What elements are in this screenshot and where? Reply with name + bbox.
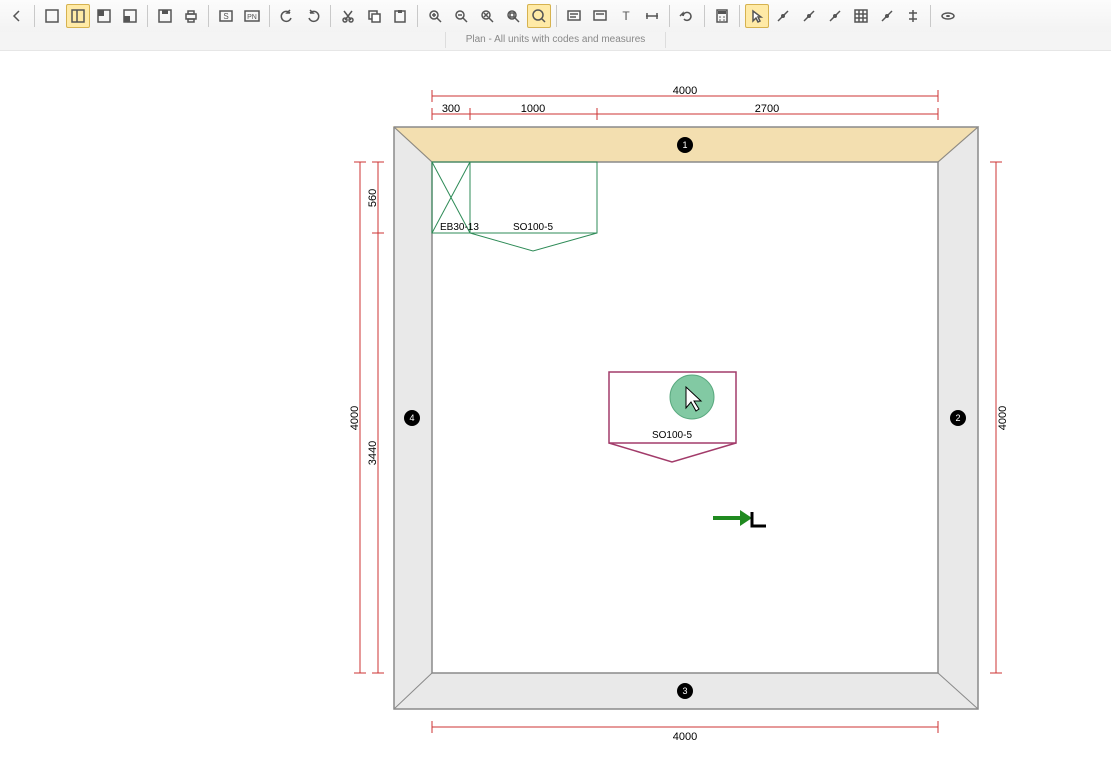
zoom-fit-icon[interactable] xyxy=(475,4,499,28)
svg-text:3440: 3440 xyxy=(367,441,379,465)
note2-icon[interactable] xyxy=(588,4,612,28)
toolbar-separator xyxy=(739,5,740,27)
svg-text:4000: 4000 xyxy=(673,85,697,97)
svg-text:SO100-5: SO100-5 xyxy=(513,222,553,233)
svg-text:4000: 4000 xyxy=(673,731,697,743)
code-s-icon[interactable]: S xyxy=(214,4,238,28)
grid-icon[interactable] xyxy=(849,4,873,28)
code-pn-icon[interactable]: PN xyxy=(240,4,264,28)
layout-split-icon[interactable] xyxy=(66,4,90,28)
zoom-highlight-icon[interactable] xyxy=(527,4,551,28)
svg-text:2700: 2700 xyxy=(755,103,779,115)
layout-grid-icon[interactable] xyxy=(92,4,116,28)
undo-icon[interactable] xyxy=(275,4,299,28)
svg-text:T: T xyxy=(622,9,630,23)
cut-icon[interactable] xyxy=(336,4,360,28)
toolbar: S PN T xyxy=(0,0,1111,33)
save-icon[interactable] xyxy=(153,4,177,28)
align-icon[interactable] xyxy=(901,4,925,28)
zoom-out-icon[interactable] xyxy=(449,4,473,28)
refresh-icon[interactable] xyxy=(675,4,699,28)
view-tab[interactable]: Plan - All units with codes and measures xyxy=(445,32,667,48)
tool-last-icon[interactable] xyxy=(936,4,960,28)
back-icon[interactable] xyxy=(5,4,29,28)
toolbar-separator xyxy=(330,5,331,27)
toolbar-separator xyxy=(556,5,557,27)
svg-text:4000: 4000 xyxy=(349,406,361,430)
zoom-in-icon[interactable] xyxy=(423,4,447,28)
svg-text:4000: 4000 xyxy=(997,406,1009,430)
copy-icon[interactable] xyxy=(362,4,386,28)
layout-full-icon[interactable] xyxy=(40,4,64,28)
snap3-icon[interactable] xyxy=(823,4,847,28)
snap2-icon[interactable] xyxy=(797,4,821,28)
paste-icon[interactable] xyxy=(388,4,412,28)
svg-text:1: 1 xyxy=(682,140,687,150)
svg-text:S: S xyxy=(223,12,228,21)
toolbar-separator xyxy=(208,5,209,27)
toolbar-separator xyxy=(417,5,418,27)
snap4-icon[interactable] xyxy=(875,4,899,28)
layout-4-icon[interactable] xyxy=(118,4,142,28)
plan-canvas[interactable]: 1 2 3 4 4000 xyxy=(0,52,1111,772)
svg-text:EB30-13: EB30-13 xyxy=(440,222,479,233)
pointer-icon[interactable] xyxy=(745,4,769,28)
svg-text:4: 4 xyxy=(409,413,414,423)
unit-selected-label: SO100-5 xyxy=(652,430,692,441)
toolbar-separator xyxy=(147,5,148,27)
toolbar-separator xyxy=(669,5,670,27)
svg-text:1000: 1000 xyxy=(521,103,545,115)
print-icon[interactable] xyxy=(179,4,203,28)
note-icon[interactable] xyxy=(562,4,586,28)
snap1-icon[interactable] xyxy=(771,4,795,28)
svg-text:560: 560 xyxy=(367,189,379,207)
svg-text:2: 2 xyxy=(955,413,960,423)
redo-icon[interactable] xyxy=(301,4,325,28)
text-icon[interactable]: T xyxy=(614,4,638,28)
tab-bar: Plan - All units with codes and measures xyxy=(0,32,1111,51)
toolbar-separator xyxy=(930,5,931,27)
zoom-select-icon[interactable] xyxy=(501,4,525,28)
svg-text:300: 300 xyxy=(442,103,460,115)
dim-icon[interactable] xyxy=(640,4,664,28)
toolbar-separator xyxy=(34,5,35,27)
svg-text:PN: PN xyxy=(247,14,257,21)
calc-icon[interactable] xyxy=(710,4,734,28)
click-indicator xyxy=(670,375,714,419)
toolbar-separator xyxy=(704,5,705,27)
svg-text:3: 3 xyxy=(682,686,687,696)
toolbar-separator xyxy=(269,5,270,27)
